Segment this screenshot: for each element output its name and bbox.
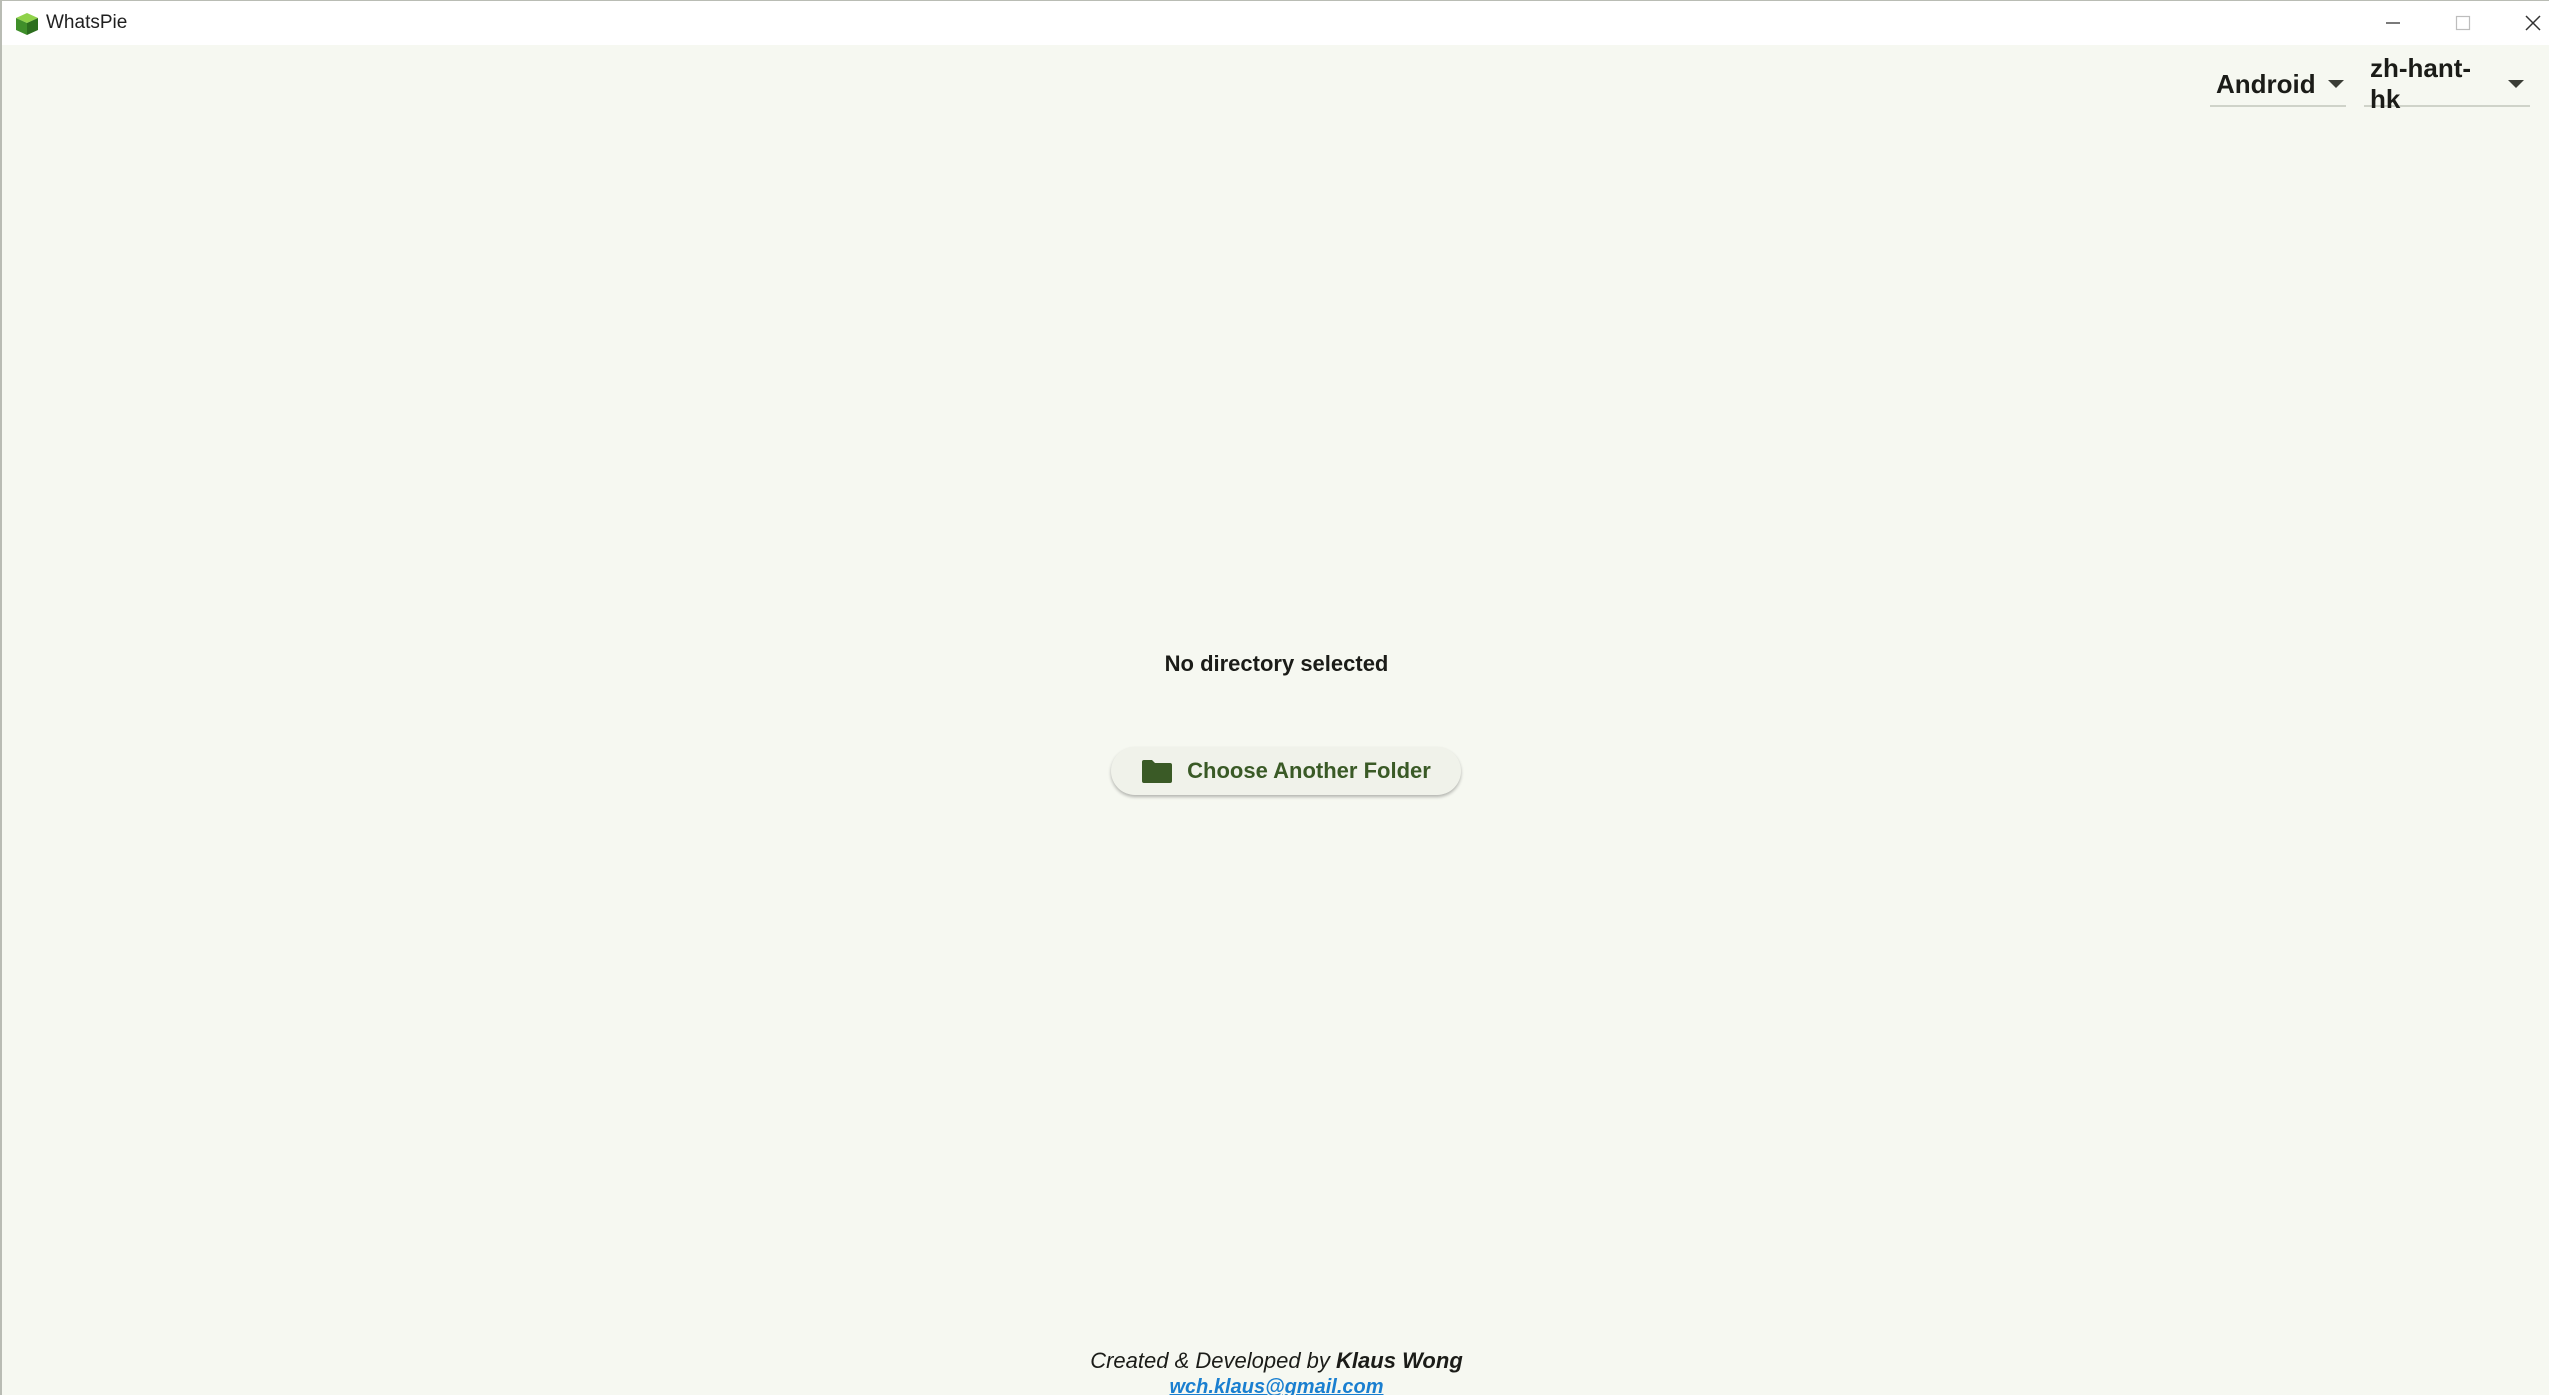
chevron-down-icon: [2327, 80, 2344, 88]
choose-folder-button[interactable]: Choose Another Folder: [1111, 747, 1461, 795]
close-icon: [2525, 15, 2541, 31]
maximize-icon: [2455, 15, 2471, 31]
platform-dropdown[interactable]: Android: [2210, 63, 2346, 107]
choose-folder-label: Choose Another Folder: [1187, 758, 1431, 783]
author-email-link[interactable]: wch.klaus@gmail.com: [2, 1376, 2549, 1395]
locale-selected-value: zh-hant-hk: [2370, 53, 2472, 114]
app-logo-icon: [16, 13, 38, 35]
app-window: WhatsPie Android zh-hant-hk No directory…: [0, 0, 2549, 1395]
platform-selected-value: Android: [2216, 68, 2316, 99]
maximize-button[interactable]: [2428, 1, 2498, 45]
close-button[interactable]: [2498, 1, 2549, 45]
chevron-down-icon: [2508, 80, 2524, 88]
minimize-button[interactable]: [2358, 1, 2428, 45]
locale-dropdown[interactable]: zh-hant-hk: [2364, 53, 2530, 114]
author-name: Klaus Wong: [1336, 1348, 1463, 1373]
minimize-icon: [2386, 22, 2400, 24]
directory-status: No directory selected: [1164, 651, 1389, 676]
footer-credit: Created & Developed by Klaus Wong: [2, 1348, 2549, 1374]
credit-prefix: Created & Developed by: [1090, 1348, 1330, 1373]
folder-icon: [1142, 760, 1173, 783]
title-bar[interactable]: WhatsPie: [2, 1, 2549, 45]
window-title: WhatsPie: [46, 12, 128, 33]
